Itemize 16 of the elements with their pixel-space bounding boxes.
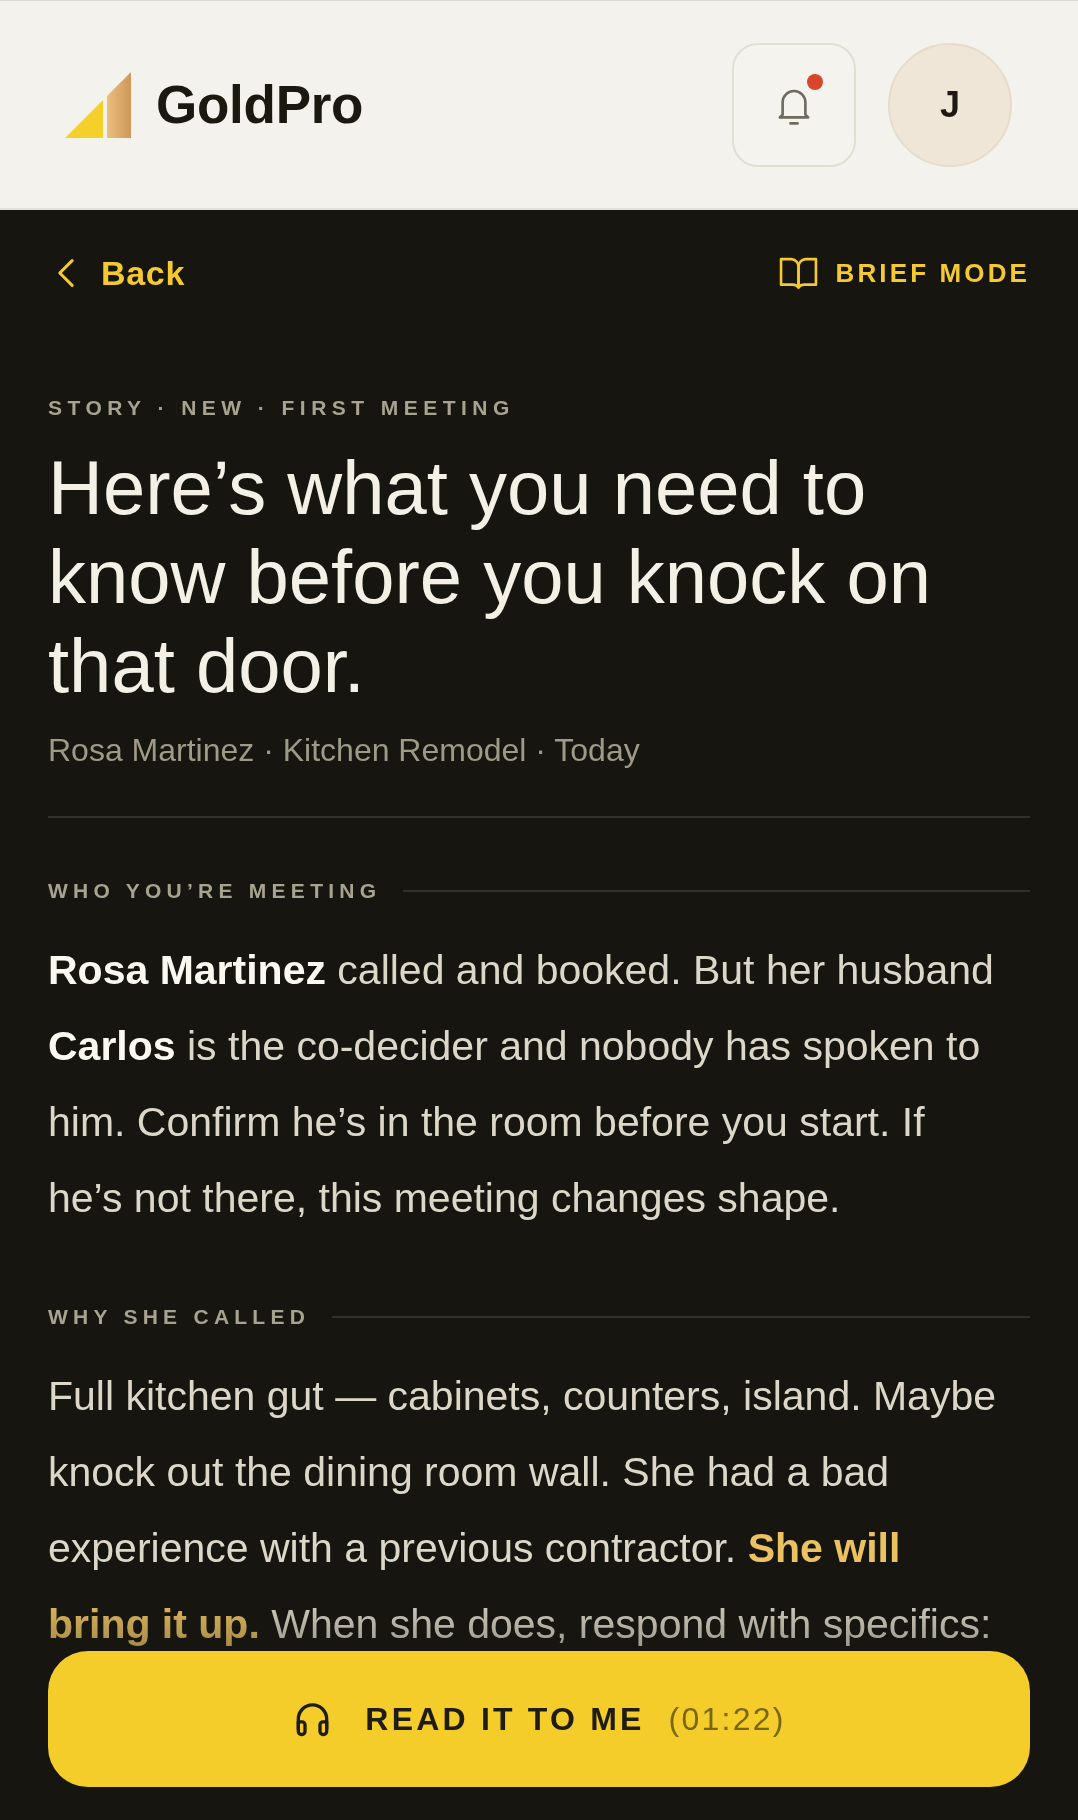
notifications-button[interactable] [732, 42, 856, 167]
read-aloud-button[interactable]: READ IT TO ME (01:22) [48, 1651, 1030, 1787]
book-icon [778, 257, 818, 289]
brand-name: GoldPro [156, 78, 364, 131]
avatar-button[interactable]: J [888, 42, 1012, 167]
story-tags: STORY · NEW · FIRST MEETING [48, 394, 1030, 422]
story-headline: Here’s what you need to know before you knock on that door. [48, 444, 932, 710]
brief-mode-button[interactable]: BRIEF MODE [778, 257, 1030, 289]
section-text: Rosa Martinez called and booked. But her husband Carlos is the co-decider and nobody has spoken to him. Confirm he’s in the room before you start. If he’s not there, this meeting changes shape. [48, 946, 995, 1223]
section-heading: WHY SHE CALLED [48, 1304, 311, 1330]
back-link[interactable]: Back [56, 253, 185, 293]
story-meta: Rosa Martinez · Kitchen Remodel · Today [48, 731, 641, 770]
section-heading: WHO YOU’RE MEETING [48, 878, 382, 904]
logo-icon [65, 71, 131, 138]
section-text: Full kitchen gut — cabinets, counters, island. Maybe knock out the dining room wall. She had a bad experience with a previous contractor. She will bring it up. When she does, respond with specifics: [48, 1372, 998, 1649]
chevron-left-icon [56, 257, 75, 289]
